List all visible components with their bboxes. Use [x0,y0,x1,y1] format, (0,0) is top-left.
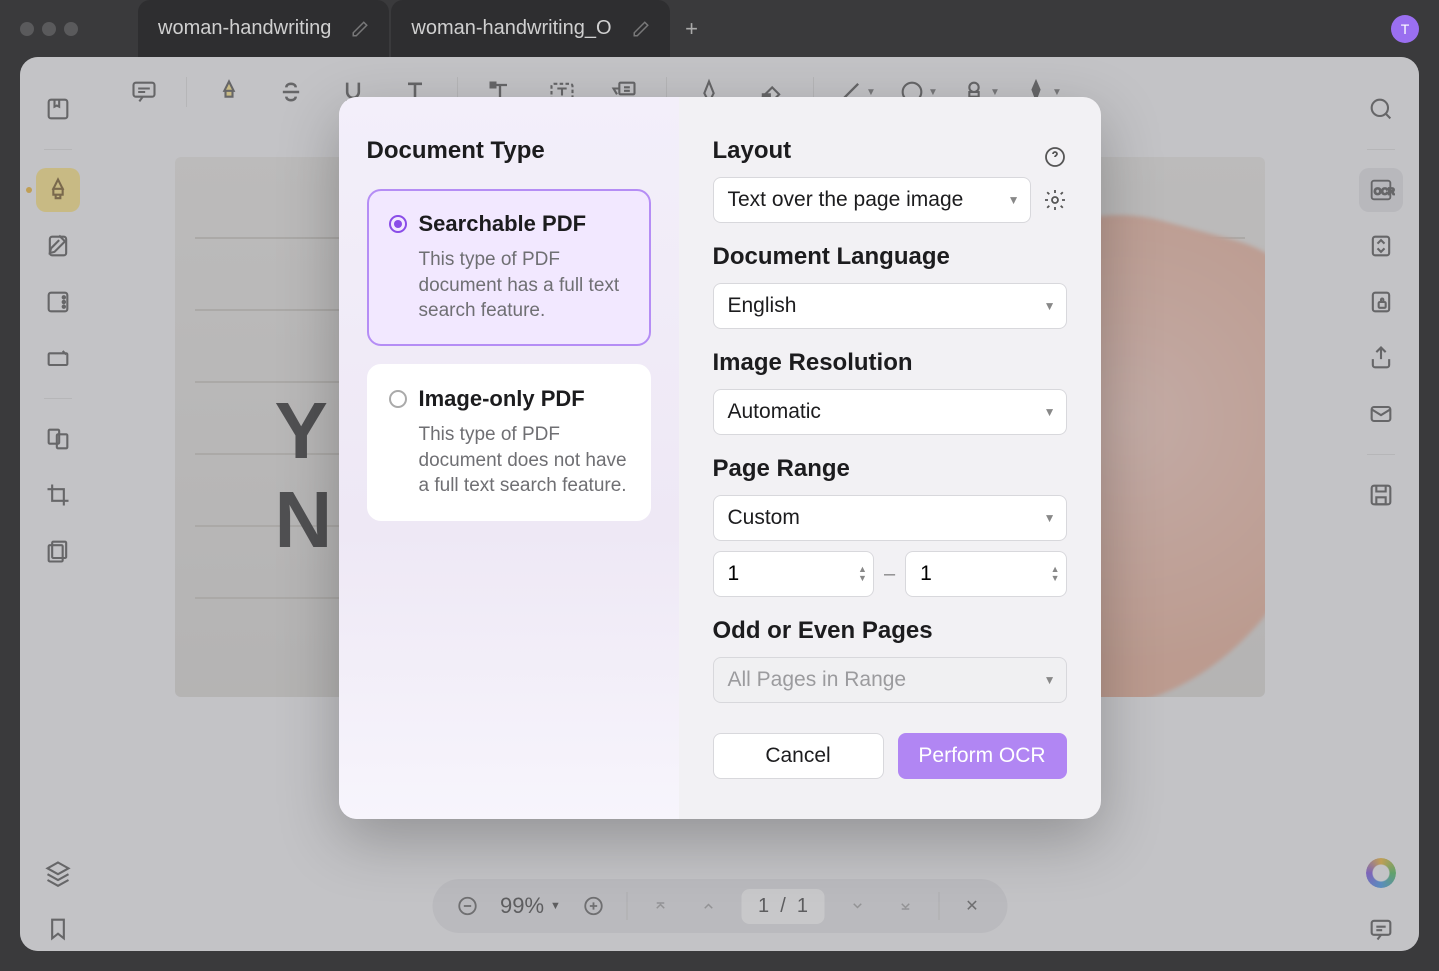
minimize-window-button[interactable] [42,22,56,36]
option-title: Image-only PDF [419,386,585,412]
stepper-icon[interactable]: ▲▼ [858,565,867,583]
range-to-input[interactable]: 1▲▼ [905,551,1066,597]
tab-label: woman-handwriting [158,17,331,40]
tab-label: woman-handwriting_O [411,17,611,40]
range-from-input[interactable]: 1▲▼ [713,551,874,597]
option-description: This type of PDF document does not have … [389,422,629,499]
fullscreen-window-button[interactable] [64,22,78,36]
option-title: Searchable PDF [419,211,587,237]
range-select[interactable]: Custom▼ [713,495,1067,541]
add-tab-button[interactable]: + [672,0,712,57]
pencil-icon [351,20,369,38]
resolution-select[interactable]: Automatic▼ [713,389,1067,435]
pencil-icon [632,20,650,38]
range-label: Page Range [713,455,1067,483]
doctype-heading: Document Type [367,137,651,165]
modal-overlay: Document Type Searchable PDF This type o… [20,57,1419,951]
stepper-icon[interactable]: ▲▼ [1051,565,1060,583]
radio-icon [389,390,407,408]
option-image-only-pdf[interactable]: Image-only PDF This type of PDF document… [367,364,651,521]
user-avatar[interactable]: T [1391,15,1419,43]
gear-icon[interactable] [1043,188,1067,212]
close-window-button[interactable] [20,22,34,36]
layout-select[interactable]: Text over the page image▼ [713,177,1031,223]
language-label: Document Language [713,243,1067,271]
option-description: This type of PDF document has a full tex… [389,247,629,324]
language-select[interactable]: English▼ [713,283,1067,329]
cancel-button[interactable]: Cancel [713,733,884,779]
resolution-label: Image Resolution [713,349,1067,377]
range-dash: – [884,563,895,586]
avatar-letter: T [1401,21,1410,37]
title-bar: woman-handwriting woman-handwriting_O + … [0,0,1439,57]
layout-label: Layout [713,137,792,165]
oddeven-label: Odd or Even Pages [713,617,1067,645]
tab-2[interactable]: woman-handwriting_O [391,0,669,57]
perform-ocr-button[interactable]: Perform OCR [898,733,1067,779]
tab-1[interactable]: woman-handwriting [138,0,389,57]
option-searchable-pdf[interactable]: Searchable PDF This type of PDF document… [367,189,651,346]
ocr-modal: Document Type Searchable PDF This type o… [339,97,1101,819]
oddeven-select[interactable]: All Pages in Range▼ [713,657,1067,703]
help-icon[interactable] [1043,145,1067,169]
radio-icon [389,215,407,233]
